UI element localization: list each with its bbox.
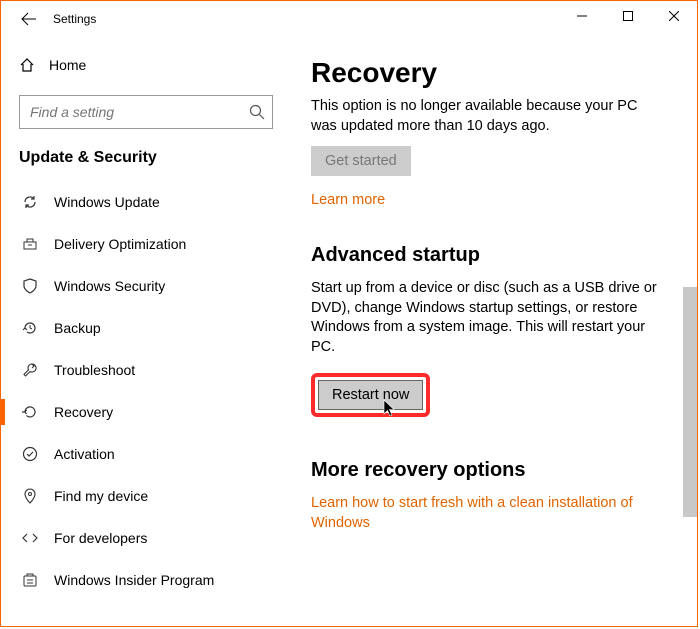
window-title: Settings bbox=[53, 12, 96, 26]
sidebar-item-backup[interactable]: Backup bbox=[19, 307, 297, 349]
sidebar-item-activation[interactable]: Activation bbox=[19, 433, 297, 475]
sidebar-item-find-my-device[interactable]: Find my device bbox=[19, 475, 297, 517]
recovery-icon bbox=[22, 404, 38, 420]
sidebar-item-windows-insider[interactable]: Windows Insider Program bbox=[19, 559, 297, 601]
goback-description: This option is no longer available becau… bbox=[311, 97, 667, 136]
backup-icon bbox=[22, 320, 38, 336]
restart-now-highlight: Restart now bbox=[311, 373, 430, 417]
home-icon bbox=[19, 57, 35, 73]
scrollbar-thumb[interactable] bbox=[683, 287, 697, 517]
get-started-button: Get started bbox=[311, 146, 411, 176]
maximize-icon bbox=[623, 11, 633, 21]
settings-window: Settings Home bbox=[0, 0, 698, 627]
search-wrap bbox=[19, 95, 273, 129]
insider-icon bbox=[22, 572, 38, 588]
sidebar-item-label: Windows Update bbox=[54, 194, 160, 210]
restart-now-button[interactable]: Restart now bbox=[318, 380, 423, 410]
sidebar-item-label: Windows Security bbox=[54, 278, 165, 294]
sidebar-item-delivery-optimization[interactable]: Delivery Optimization bbox=[19, 223, 297, 265]
sync-icon bbox=[22, 194, 38, 210]
close-button[interactable] bbox=[651, 1, 697, 31]
more-recovery-heading: More recovery options bbox=[311, 459, 685, 482]
sidebar-item-label: Recovery bbox=[54, 404, 113, 420]
home-button[interactable]: Home bbox=[19, 45, 297, 85]
sidebar: Home Update & Security Windows Update bbox=[1, 37, 297, 626]
sidebar-item-label: Windows Insider Program bbox=[54, 572, 214, 588]
sidebar-item-label: Activation bbox=[54, 446, 115, 462]
arrow-left-icon bbox=[21, 11, 37, 27]
sidebar-item-label: Troubleshoot bbox=[54, 362, 135, 378]
main-content: Recovery Windows 10 This option is no lo… bbox=[297, 37, 697, 626]
sidebar-item-label: For developers bbox=[54, 530, 147, 546]
maximize-button[interactable] bbox=[605, 1, 651, 31]
close-icon bbox=[669, 11, 679, 21]
sidebar-item-troubleshoot[interactable]: Troubleshoot bbox=[19, 349, 297, 391]
minimize-icon bbox=[577, 11, 587, 21]
optimization-icon bbox=[22, 236, 38, 252]
code-icon bbox=[22, 530, 38, 546]
shield-icon bbox=[22, 278, 38, 294]
start-fresh-link[interactable]: Learn how to start fresh with a clean in… bbox=[311, 494, 667, 533]
sidebar-item-label: Find my device bbox=[54, 488, 148, 504]
minimize-button[interactable] bbox=[559, 1, 605, 31]
sidebar-item-windows-security[interactable]: Windows Security bbox=[19, 265, 297, 307]
location-icon bbox=[22, 488, 38, 504]
sidebar-item-for-developers[interactable]: For developers bbox=[19, 517, 297, 559]
wrench-icon bbox=[22, 362, 38, 378]
back-button[interactable] bbox=[9, 1, 49, 37]
home-label: Home bbox=[49, 57, 86, 73]
sidebar-nav: Windows Update Delivery Optimization Win… bbox=[19, 181, 297, 601]
sidebar-item-windows-update[interactable]: Windows Update bbox=[19, 181, 297, 223]
scrollbar-track[interactable] bbox=[683, 127, 697, 620]
page-title: Recovery bbox=[311, 57, 685, 89]
advanced-startup-description: Start up from a device or disc (such as … bbox=[311, 279, 667, 357]
sidebar-item-recovery[interactable]: Recovery bbox=[19, 391, 297, 433]
advanced-startup-heading: Advanced startup bbox=[311, 244, 685, 267]
check-circle-icon bbox=[22, 446, 38, 462]
window-controls bbox=[559, 1, 697, 31]
sidebar-item-label: Backup bbox=[54, 320, 101, 336]
titlebar: Settings bbox=[1, 1, 697, 37]
sidebar-item-label: Delivery Optimization bbox=[54, 236, 186, 252]
learn-more-link[interactable]: Learn more bbox=[311, 192, 385, 208]
search-input[interactable] bbox=[19, 95, 273, 129]
sidebar-section-heading: Update & Security bbox=[19, 149, 297, 167]
